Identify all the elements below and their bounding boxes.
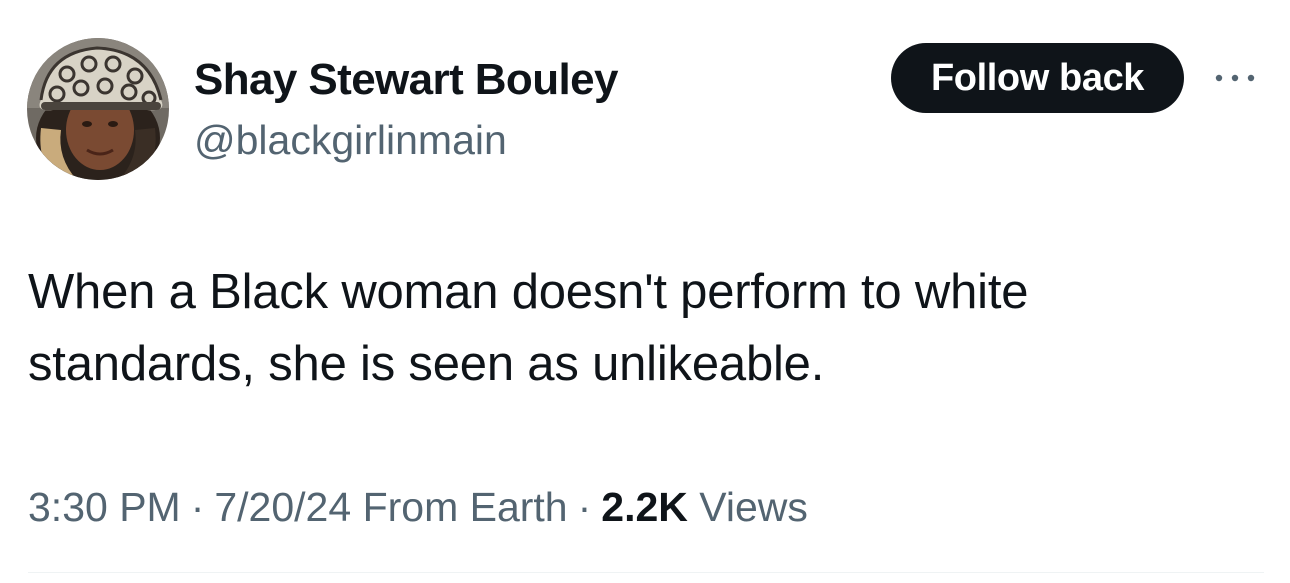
views-label: Views [699,484,808,530]
avatar-image [27,38,169,180]
author-display-name[interactable]: Shay Stewart Bouley [194,52,618,108]
meta-separator: · [190,484,205,530]
meta-separator-2: · [577,484,592,530]
views-count: 2.2K [601,484,688,530]
tweet-meta: 3:30 PM · 7/20/24 From Earth · 2.2K Views [28,479,808,535]
more-horizontal-icon [1215,74,1255,82]
avatar[interactable] [27,38,169,180]
author-handle[interactable]: @blackgirlinmain [194,114,507,166]
tweet-time[interactable]: 3:30 PM [28,484,181,530]
tweet-source: From Earth [362,484,568,530]
more-options-button[interactable] [1208,58,1262,98]
divider [28,572,1264,573]
tweet-date[interactable]: 7/20/24 [214,484,351,530]
tweet-card: Shay Stewart Bouley @blackgirlinmain Fol… [0,0,1290,583]
follow-back-button[interactable]: Follow back [891,43,1184,113]
tweet-text: When a Black woman doesn't perform to wh… [28,265,1029,391]
